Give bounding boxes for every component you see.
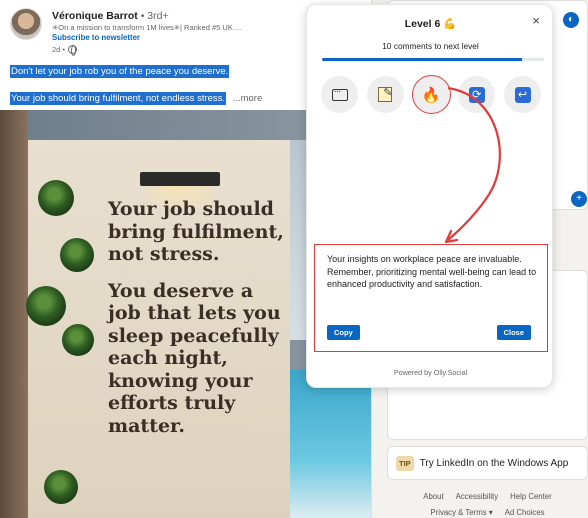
generated-comment-box: Your insights on workplace peace are inv…: [314, 244, 548, 352]
action-buttons: 🔥 ⟳ ↩: [321, 75, 541, 114]
plant-2: [60, 238, 94, 272]
comment-button[interactable]: [321, 76, 358, 113]
plant-3: [26, 286, 66, 326]
author-tagline: ✳On a mission to transform 1M lives✳| Ra…: [52, 23, 242, 32]
footer-ad-choices[interactable]: Ad Choices: [505, 508, 545, 517]
generated-comment-text: Your insights on workplace peace are inv…: [327, 254, 537, 289]
quote-paragraph-2: You deserve a job that lets you sleep pe…: [108, 279, 281, 437]
rail-icon-button-1[interactable]: ◐: [563, 12, 579, 28]
return-icon: ↩: [514, 86, 531, 103]
fire-icon: 🔥: [421, 86, 441, 104]
pool: [290, 370, 371, 518]
level-progress-fill: [322, 58, 522, 61]
reply-button[interactable]: ↩: [504, 76, 541, 113]
tip-badge: TIP: [396, 455, 414, 471]
copy-button[interactable]: Copy: [327, 325, 360, 340]
level-progress-bar: [322, 58, 544, 61]
rail-icon-button-2[interactable]: +: [571, 191, 587, 207]
page: Véronique Barrot • 3rd+ ✳On a mission to…: [0, 0, 588, 518]
tip-text: Try LinkedIn on the Windows App: [419, 457, 569, 469]
footer-links: About Accessibility Help Center Privacy …: [387, 492, 588, 518]
post-text-line-1: Don't let your job rob you of the peace …: [10, 65, 230, 78]
footer-help-center[interactable]: Help Center: [510, 492, 552, 501]
subscribe-newsletter-link[interactable]: Subscribe to newsletter: [52, 33, 140, 42]
fire-button[interactable]: 🔥: [411, 75, 451, 114]
level-title: Level 6 💪: [404, 18, 457, 30]
connection-degree: • 3rd+: [140, 10, 169, 22]
author-name[interactable]: Véronique Barrot: [52, 10, 138, 22]
windows-app-tip[interactable]: TIP Try LinkedIn on the Windows App: [387, 446, 588, 480]
level-subtitle: 10 comments to next level: [382, 41, 479, 51]
plant-4: [62, 324, 94, 356]
footer-privacy-terms[interactable]: Privacy & Terms ▾: [430, 508, 492, 517]
footer-about[interactable]: About: [423, 492, 443, 501]
wall-lamp: [140, 172, 220, 208]
footer-accessibility[interactable]: Accessibility: [456, 492, 498, 501]
post-meta: 2d •: [52, 45, 78, 56]
plant-1: [38, 180, 74, 216]
author-avatar[interactable]: [10, 8, 42, 40]
post-time: 2d •: [52, 45, 66, 54]
repost-button[interactable]: ⟳: [458, 76, 496, 113]
notes-button[interactable]: [366, 76, 404, 113]
repeat-icon: ⟳: [468, 86, 485, 103]
quote-paragraph-1: Your job should bring fulfilment, not st…: [108, 198, 284, 265]
plant-5: [44, 470, 78, 504]
globe-icon: [68, 45, 78, 56]
comment-icon: [331, 86, 348, 101]
post-text-line-2: Your job should bring fulfilment, not en…: [10, 92, 263, 105]
image-quote: Your job should bring fulfilment, not st…: [108, 198, 288, 451]
close-button[interactable]: Close: [496, 325, 531, 340]
notepad-icon: [378, 86, 392, 102]
see-more-link[interactable]: ...more: [233, 93, 263, 104]
pillar: [0, 110, 28, 518]
powered-by[interactable]: Powered by Olly.Social: [307, 368, 554, 377]
